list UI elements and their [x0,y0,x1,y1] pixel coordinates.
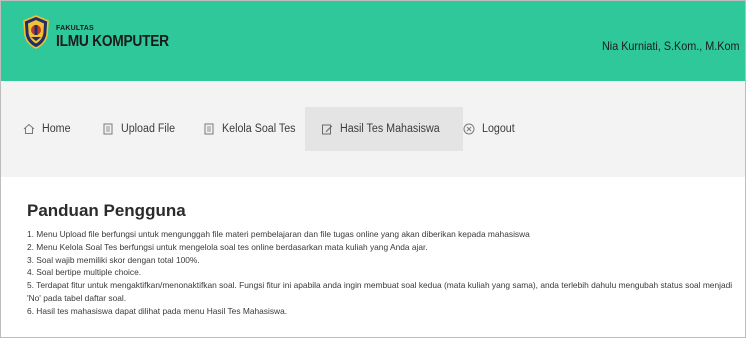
close-circle-icon [463,123,475,135]
home-icon [23,123,35,134]
nav-item-home-label: Home [42,123,71,135]
file-icon [103,123,113,135]
list-item: 6. Hasil tes mahasiswa dapat dilihat pad… [27,305,288,316]
nav-item-logout[interactable]: Logout [463,107,517,151]
brand-small-text: FAKULTAS [56,25,94,32]
nav-item-kelola-soal-tes-label: Kelola Soal Tes [222,123,296,135]
page-title: Panduan Pengguna [27,201,186,220]
list-item: 3. Soal wajib memiliki skor dengan total… [27,254,200,265]
nav-item-home[interactable]: Home [23,107,73,151]
list-item: 4. Soal bertipe multiple choice. [27,267,142,278]
nav-item-upload-file-label: Upload File [121,123,176,135]
brand-logo-text[interactable]: FAKULTAS ILMU KOMPUTER [56,25,187,51]
main-content: Panduan Pengguna 1. Menu Upload file ber… [1,177,745,337]
main-nav: Home Upload File Kelola Soal Tes Hasil T… [1,81,745,177]
list-item: 5. Terdapat fitur untuk mengaktifkan/men… [27,280,733,303]
guide-list: 1. Menu Upload file berfungsi untuk meng… [27,228,745,318]
nav-item-upload-file[interactable]: Upload File [102,107,179,151]
list-item: 1. Menu Upload file berfungsi untuk meng… [27,229,530,239]
user-name[interactable]: Nia Kurniati, S.Kom., M.Kom [602,39,739,53]
nav-item-hasil-tes-mahasiswa-label: Hasil Tes Mahasiswa [340,123,440,135]
nav-item-hasil-tes-mahasiswa[interactable]: Hasil Tes Mahasiswa [305,107,464,151]
nav-item-logout-label: Logout [482,123,515,135]
brand-big-text: ILMU KOMPUTER [56,33,169,50]
list-item: 2. Menu Kelola Soal Tes berfungsi untuk … [27,241,428,252]
university-crest-icon[interactable] [23,15,49,49]
app-window: FAKULTAS ILMU KOMPUTER Nia Kurniati, S.K… [0,0,746,338]
edit-icon [322,124,333,135]
nav-item-kelola-soal-tes[interactable]: Kelola Soal Tes [203,107,301,151]
header-bar: FAKULTAS ILMU KOMPUTER Nia Kurniati, S.K… [1,1,745,81]
file-icon [204,123,214,135]
